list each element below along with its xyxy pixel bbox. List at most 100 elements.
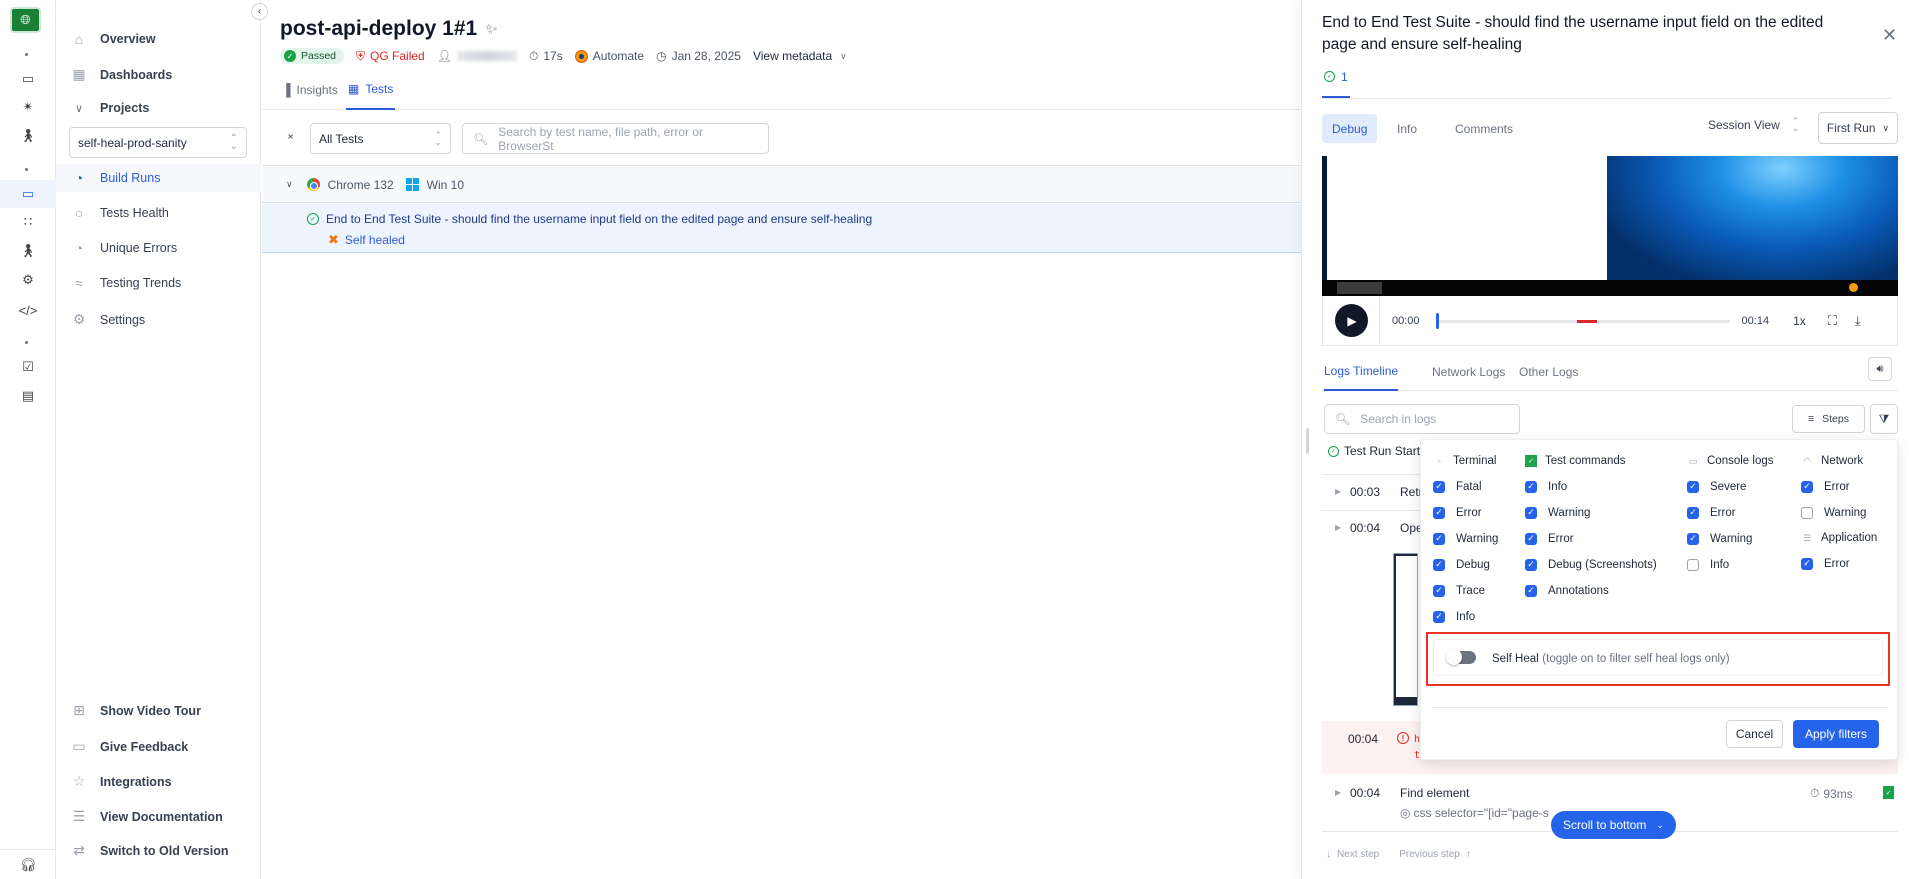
fullscreen-icon[interactable]: ⛶	[1828, 313, 1837, 329]
code-settings-icon[interactable]: </>	[0, 298, 56, 322]
checkbox[interactable]: ✓	[1687, 532, 1699, 545]
sidebar-item-tests-health[interactable]: ○ Tests Health	[70, 205, 169, 221]
checkbox[interactable]: ✓	[1525, 558, 1537, 571]
collapse-all-icon[interactable]: ⌄ ⌃	[286, 129, 295, 147]
filter-option[interactable]: ✓ Trace	[1433, 581, 1498, 600]
checkbox[interactable]: ✓	[1433, 480, 1445, 493]
sidebar-item-unique-errors[interactable]: ◔ Unique Errors	[70, 240, 177, 256]
quality-gate-status[interactable]: ⛨ QG Failed	[356, 49, 425, 64]
checkbox[interactable]: ✓	[1525, 532, 1537, 545]
test-management-icon[interactable]: ☑	[0, 355, 56, 379]
sidebar-item-projects[interactable]: ∨ Projects	[70, 101, 149, 115]
magic-wand-icon[interactable]: ✨︎	[485, 21, 497, 38]
scrollbar[interactable]	[1306, 428, 1309, 454]
filter-button[interactable]: ⧩	[1870, 404, 1898, 434]
checkbox[interactable]: ✓	[1433, 584, 1445, 597]
filter-option[interactable]: ✓Warning	[1525, 503, 1657, 522]
tab-tests[interactable]: ▦ Tests	[346, 70, 396, 110]
filter-option[interactable]: ✓Info	[1687, 555, 1773, 574]
checkbox[interactable]: ✓	[1525, 480, 1537, 493]
test-status-select[interactable]: All Tests ⌃ ⌄	[310, 123, 451, 154]
filter-option[interactable]: ✓Warning	[1687, 529, 1773, 548]
grid-icon[interactable]: ∷	[0, 210, 56, 234]
checkbox[interactable]: ✓	[1525, 584, 1537, 597]
tab-logs-timeline[interactable]: Logs Timeline	[1324, 352, 1399, 391]
checkbox[interactable]: ✓	[1801, 480, 1813, 493]
filter-option[interactable]: ✓ Error	[1801, 477, 1877, 496]
filter-option[interactable]: ✓Info	[1525, 477, 1657, 496]
browser-group-row[interactable]: ∨ Chrome 132 Win 10	[262, 167, 1302, 203]
sidebar-item-build-runs[interactable]: ◔ Build Runs	[70, 170, 161, 186]
dashboard-settings-icon[interactable]: ▤	[0, 384, 56, 408]
play-button[interactable]: ▶	[1323, 295, 1380, 346]
close-icon[interactable]: ✕	[1882, 25, 1897, 46]
sidebar-item-dashboards[interactable]: ▦ Dashboards	[70, 66, 172, 83]
filter-option[interactable]: ✓ Error	[1525, 529, 1657, 548]
checkbox[interactable]: ✓	[1801, 506, 1813, 519]
sidebar-item-testing-trends[interactable]: ≈ Testing Trends	[70, 275, 181, 291]
previous-step-button[interactable]: Previous step ↑	[1399, 849, 1471, 860]
test-row[interactable]: ✓ End to End Test Suite - should find the…	[262, 204, 1302, 253]
switch-old-version-link[interactable]: ⇄ Switch to Old Version	[70, 842, 228, 859]
filter-option[interactable]: ✓Info	[1433, 607, 1498, 626]
playback-speed[interactable]: 1x	[1793, 314, 1806, 328]
filter-option[interactable]: ✓Warning	[1433, 529, 1498, 548]
devices-icon[interactable]: ▭	[0, 67, 56, 91]
accessibility-settings-icon[interactable]: 🚶︎	[0, 239, 56, 263]
sidebar-item-settings[interactable]: ⚙ Settings	[70, 311, 145, 328]
steps-button[interactable]: ≡ Steps	[1792, 405, 1865, 433]
checkbox[interactable]: ✓	[1433, 558, 1445, 571]
seek-bar[interactable]	[1435, 312, 1730, 329]
apply-filters-button[interactable]: Apply filters	[1793, 720, 1879, 748]
tab-debug[interactable]: Debug	[1322, 114, 1378, 143]
checkbox[interactable]: ✓	[1687, 506, 1699, 519]
checkbox[interactable]: ✓	[1801, 557, 1813, 570]
tab-insights[interactable]: ▐ Insights	[280, 70, 340, 110]
headset-icon[interactable]: 🎧︎	[0, 849, 56, 879]
integrations-link[interactable]: ☆ Integrations	[70, 773, 172, 790]
seek-handle[interactable]	[1435, 312, 1439, 329]
filter-option[interactable]: ✓ Debug	[1433, 555, 1498, 574]
give-feedback-link[interactable]: ▭ Give Feedback	[70, 738, 188, 755]
self-heal-toggle[interactable]	[1446, 649, 1476, 665]
observability-icon[interactable]: ⚙	[0, 268, 56, 292]
log-search-input[interactable]: 🔍︎ Search in logs	[1324, 404, 1520, 434]
accessibility-icon[interactable]: 🚶︎	[0, 124, 56, 148]
filter-option[interactable]: ✓ Fatal	[1433, 477, 1498, 496]
search-tests-input[interactable]: 🔍︎ Search by test name, file path, error …	[462, 123, 769, 154]
visual-test-icon[interactable]: ✴	[0, 95, 56, 119]
checkbox[interactable]: ✓	[1433, 532, 1445, 545]
checkbox[interactable]: ✓	[1433, 610, 1445, 623]
next-step-button[interactable]: ↓ Next step	[1326, 849, 1379, 860]
filter-option[interactable]: ✓ Error	[1801, 554, 1877, 573]
download-icon[interactable]: ⤓	[1855, 313, 1861, 329]
speaker-icon[interactable]: 🔊︎	[1868, 357, 1892, 381]
filter-option[interactable]: ✓ Annotations	[1525, 581, 1657, 600]
run-select[interactable]: First Run ∨	[1818, 112, 1898, 144]
filter-option[interactable]: ✓ Error	[1687, 503, 1773, 522]
filter-option[interactable]: ✓ Severe	[1687, 477, 1773, 496]
tab-other-logs[interactable]: Other Logs	[1519, 352, 1578, 391]
filter-option[interactable]: ✓ Debug (Screenshots)	[1525, 555, 1657, 574]
tab-network-logs[interactable]: Network Logs	[1432, 352, 1505, 391]
globe-icon[interactable]: 🌐︎	[10, 7, 41, 33]
checkbox[interactable]: ✓	[1687, 558, 1699, 571]
checkbox[interactable]: ✓	[1525, 506, 1537, 519]
checkbox[interactable]: ✓	[1433, 506, 1445, 519]
tab-comments[interactable]: Comments	[1445, 114, 1523, 143]
checkbox[interactable]: ✓	[1687, 480, 1699, 493]
scroll-to-bottom-button[interactable]: Scroll to bottom ⌄	[1551, 811, 1676, 839]
view-metadata-dropdown[interactable]: View metadata ∨	[753, 49, 847, 63]
project-select[interactable]: self-heal-prod-sanity ⌃ ⌄	[69, 127, 247, 158]
filter-option[interactable]: ✓ Error	[1433, 503, 1498, 522]
session-view-select[interactable]: Session View ⌃ ⌄	[1708, 117, 1799, 133]
filter-option[interactable]: ✓Warning	[1801, 503, 1877, 522]
screenshot-thumbnail[interactable]	[1393, 553, 1418, 706]
show-video-tour-link[interactable]: ⊞ Show Video Tour	[70, 702, 201, 719]
sidebar-item-overview[interactable]: ⌂ Overview	[70, 31, 156, 47]
tab-info[interactable]: Info	[1387, 114, 1427, 143]
attempt-tab[interactable]: ✓ 1	[1322, 66, 1350, 98]
session-video[interactable]	[1322, 156, 1898, 296]
cancel-button[interactable]: Cancel	[1726, 720, 1783, 748]
collapse-sidebar-button[interactable]: ‹	[251, 3, 268, 20]
